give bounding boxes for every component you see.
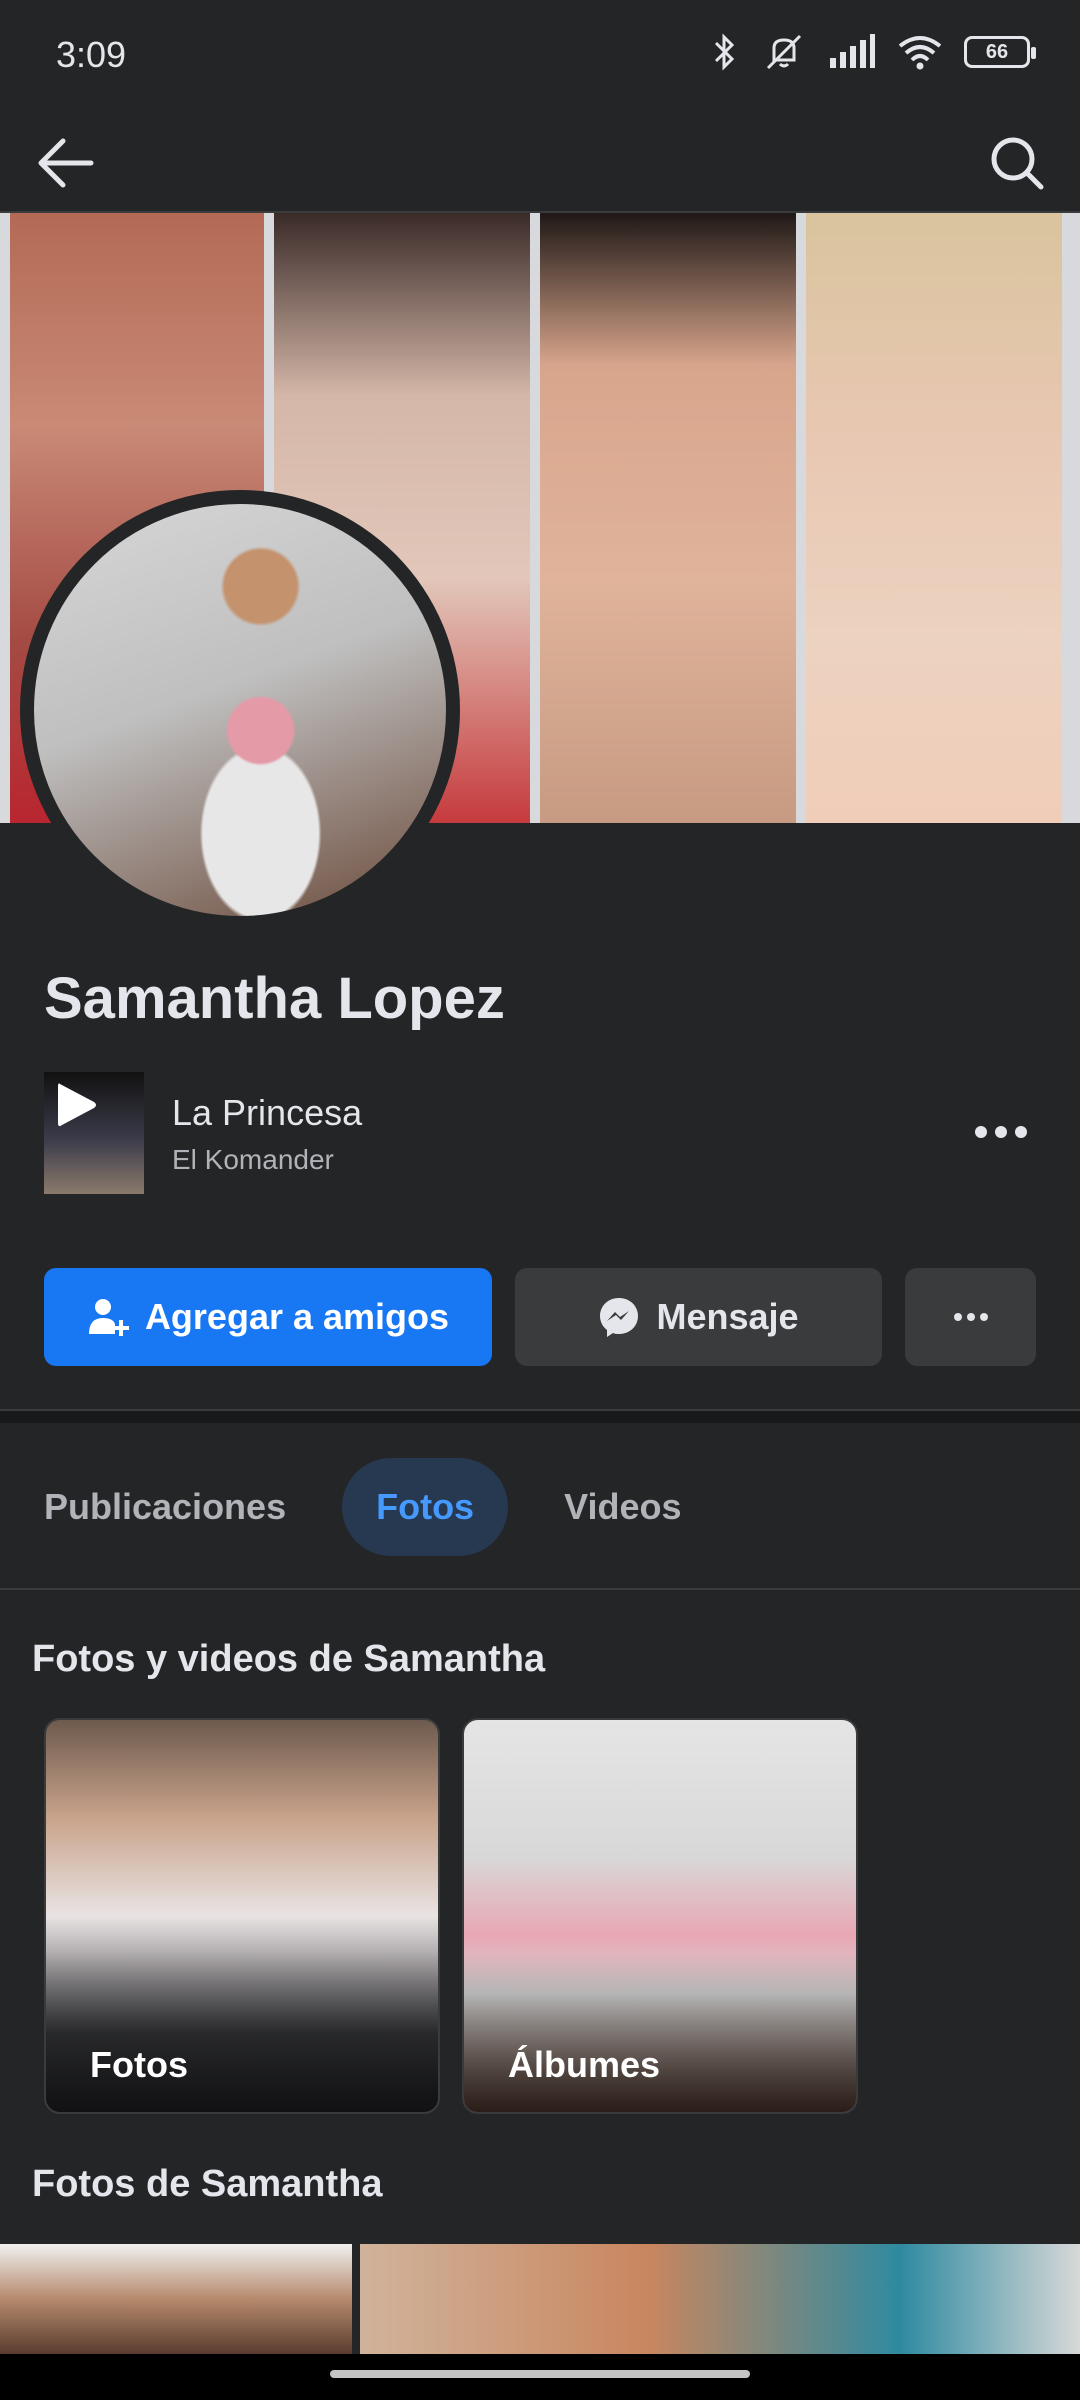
- divider: [0, 1588, 1080, 1590]
- back-button[interactable]: [30, 128, 100, 198]
- status-icons: 66: [710, 32, 1036, 72]
- wifi-icon: [898, 36, 942, 70]
- bluetooth-icon: [714, 33, 735, 71]
- profile-actions: Agregar a amigos Mensaje: [44, 1268, 1036, 1366]
- tab-videos[interactable]: Videos: [540, 1458, 705, 1556]
- top-nav: [0, 108, 1080, 213]
- search-icon: [991, 137, 1044, 190]
- signal-icon: [830, 34, 875, 68]
- add-friend-label: Agregar a amigos: [144, 1296, 450, 1337]
- photos-videos-heading: Fotos y videos de Samantha: [32, 1638, 546, 1680]
- album-card-fotos[interactable]: Fotos: [44, 1718, 440, 2114]
- message-button[interactable]: Mensaje: [515, 1268, 882, 1366]
- avatar: [28, 498, 452, 922]
- more-horizontal-icon: [975, 1126, 1027, 1138]
- music-artist: El Komander: [172, 1144, 334, 1175]
- album-card-label: Álbumes: [508, 2044, 661, 2085]
- battery-icon: 66: [964, 36, 1036, 68]
- more-actions-button[interactable]: [905, 1268, 1036, 1366]
- profile-tabs: Publicaciones Fotos Videos: [44, 1458, 705, 1556]
- messenger-icon: [600, 1298, 639, 1337]
- music-more-button[interactable]: [966, 1102, 1036, 1162]
- profile-name: Samantha Lopez: [44, 966, 505, 1031]
- card-shade: [46, 1952, 438, 2112]
- album-card-albumes[interactable]: Álbumes: [462, 1718, 858, 2114]
- profile-music[interactable]: La Princesa El Komander: [44, 1072, 1036, 1194]
- home-gesture-handle[interactable]: [330, 2370, 750, 2378]
- arrow-left-icon: [38, 138, 94, 188]
- tab-fotos[interactable]: Fotos: [342, 1458, 509, 1556]
- photo-grid: [0, 2244, 1080, 2354]
- photo-thumbnail[interactable]: [360, 2244, 1080, 2354]
- section-separator: [0, 1411, 1080, 1423]
- status-time: 3:09: [56, 34, 127, 75]
- battery-level: 66: [985, 40, 1009, 63]
- play-icon[interactable]: [48, 1078, 102, 1132]
- cover-photo-panel: [540, 213, 796, 823]
- person-add-icon: [88, 1299, 129, 1336]
- more-horizontal-icon: [953, 1313, 988, 1321]
- search-button[interactable]: [982, 128, 1052, 198]
- message-label: Mensaje: [656, 1296, 799, 1337]
- album-art[interactable]: [44, 1072, 144, 1194]
- album-card-label: Fotos: [90, 2044, 188, 2085]
- tab-publicaciones[interactable]: Publicaciones: [20, 1458, 310, 1556]
- photos-heading: Fotos de Samantha: [32, 2163, 383, 2205]
- cover-photo-panel: [806, 213, 1062, 823]
- mute-vibrate-icon: [766, 34, 802, 70]
- music-title: La Princesa: [172, 1092, 363, 1133]
- profile-picture[interactable]: [20, 490, 460, 930]
- system-nav-bar: [0, 2354, 1080, 2400]
- status-bar: 3:09 66: [0, 0, 1080, 108]
- card-shade: [464, 1952, 856, 2112]
- photo-thumbnail[interactable]: [0, 2244, 352, 2354]
- add-friend-button[interactable]: Agregar a amigos: [44, 1268, 492, 1366]
